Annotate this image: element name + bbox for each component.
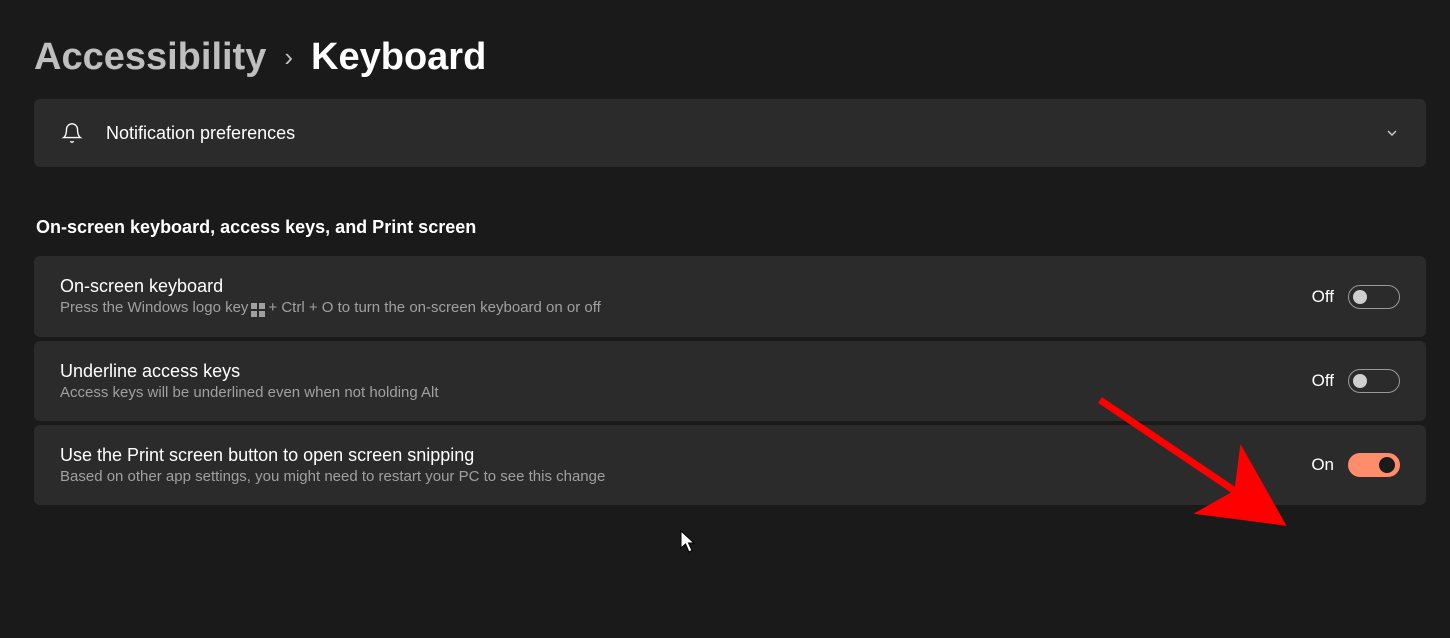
underline-access-keys-subtitle: Access keys will be underlined even when…	[60, 384, 1312, 401]
on-screen-keyboard-subtitle: Press the Windows logo key + Ctrl + O to…	[60, 299, 601, 316]
underline-access-keys-row: Underline access keys Access keys will b…	[34, 341, 1426, 421]
on-screen-keyboard-title: On-screen keyboard	[60, 276, 1312, 297]
bell-icon	[60, 121, 84, 145]
on-screen-keyboard-row: On-screen keyboard Press the Windows log…	[34, 256, 1426, 337]
on-screen-keyboard-toggle[interactable]	[1348, 285, 1400, 309]
notification-preferences-label: Notification preferences	[106, 123, 1384, 144]
print-screen-snipping-title: Use the Print screen button to open scre…	[60, 445, 1311, 466]
print-screen-snipping-subtitle: Based on other app settings, you might n…	[60, 468, 1311, 485]
print-screen-snipping-row: Use the Print screen button to open scre…	[34, 425, 1426, 505]
breadcrumb-current: Keyboard	[311, 36, 486, 79]
underline-access-keys-toggle[interactable]	[1348, 369, 1400, 393]
windows-logo-icon	[251, 303, 265, 317]
breadcrumb-parent-link[interactable]: Accessibility	[34, 36, 266, 79]
print-screen-snipping-toggle[interactable]	[1348, 453, 1400, 477]
mouse-cursor-icon	[680, 530, 698, 554]
print-screen-snipping-toggle-state: On	[1311, 455, 1334, 475]
breadcrumb: Accessibility › Keyboard	[34, 36, 1426, 79]
chevron-down-icon	[1384, 125, 1400, 141]
chevron-right-icon: ›	[284, 42, 293, 73]
on-screen-keyboard-toggle-state: Off	[1312, 287, 1334, 307]
underline-access-keys-toggle-state: Off	[1312, 371, 1334, 391]
notification-preferences-row[interactable]: Notification preferences	[34, 99, 1426, 167]
section-heading: On-screen keyboard, access keys, and Pri…	[36, 217, 1426, 238]
underline-access-keys-title: Underline access keys	[60, 361, 1312, 382]
